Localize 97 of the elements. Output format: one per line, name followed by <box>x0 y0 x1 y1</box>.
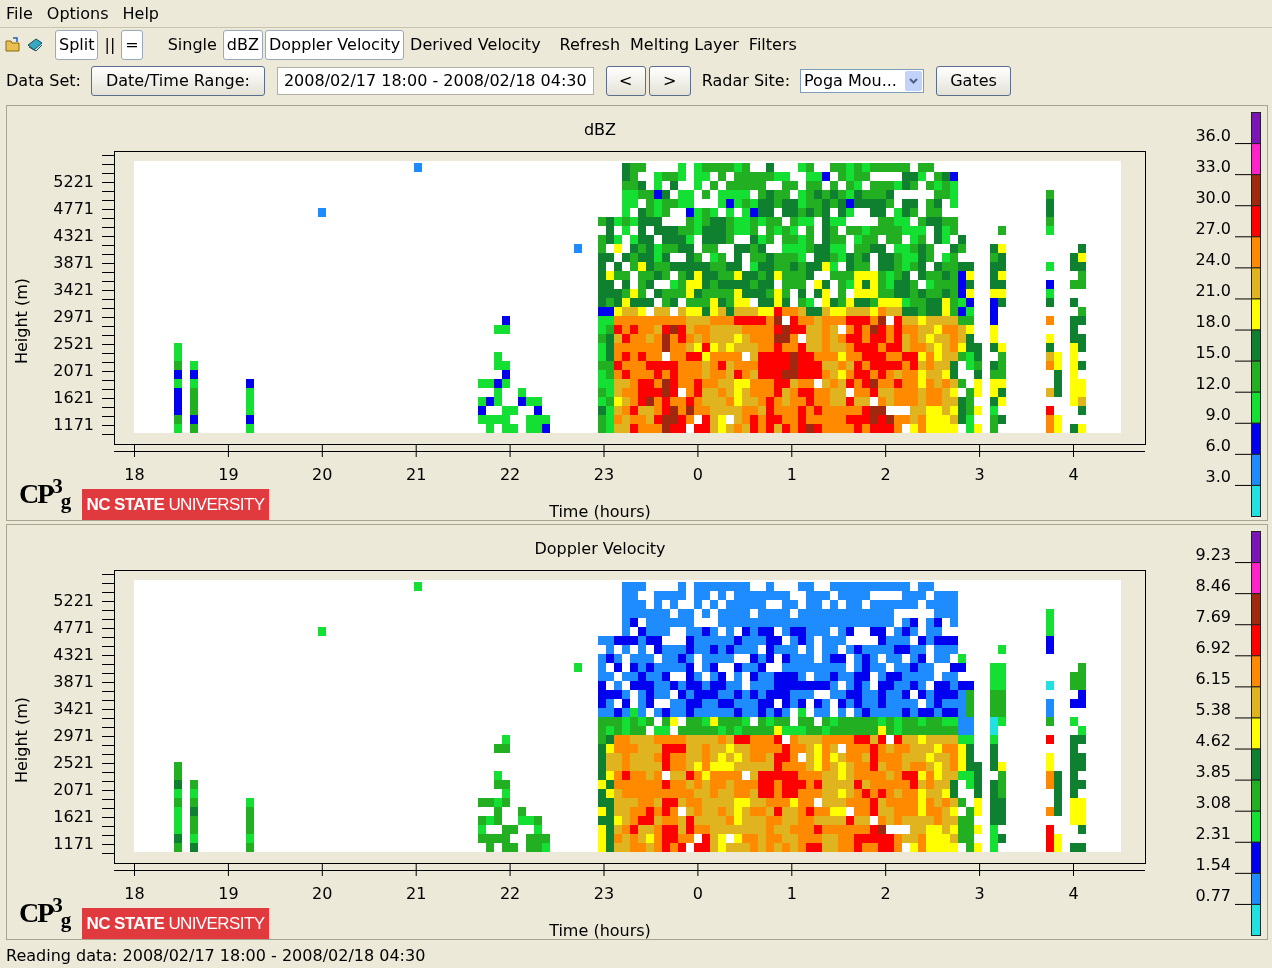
y-axis-label: Height (m) <box>12 697 31 783</box>
y-tick-label: 2071 <box>53 361 94 380</box>
x-tick-label: 23 <box>593 465 615 484</box>
x-tick-label: 0 <box>692 884 703 903</box>
colorbar-label: 4.62 <box>1195 731 1231 751</box>
colorbar-label: 12.0 <box>1195 374 1231 394</box>
colorbar-label: 27.0 <box>1195 218 1231 238</box>
toolbar-toggle[interactable]: dBZ <box>222 29 263 60</box>
colorbar-label: 3.0 <box>1205 467 1231 487</box>
y-tick-label: 4771 <box>53 618 94 637</box>
colorbar-label: 6.15 <box>1195 668 1231 688</box>
toolbar-toggle[interactable]: Single <box>163 29 221 60</box>
x-tick-label: 18 <box>124 465 145 484</box>
menu-item[interactable]: Help <box>122 1 159 26</box>
colorbar-label: 6.0 <box>1205 436 1231 456</box>
toolbar-toggle[interactable]: Derived Velocity <box>406 29 545 60</box>
colorbar-label: 9.23 <box>1195 544 1231 564</box>
colorbar-label: 6.92 <box>1195 637 1231 657</box>
x-tick-label: 21 <box>406 884 427 903</box>
y-tick-label: 2521 <box>53 334 94 353</box>
x-tick-label: 1 <box>786 465 797 484</box>
colorbar-label: 33.0 <box>1195 156 1231 176</box>
colorbar-label: 30.0 <box>1195 187 1231 207</box>
colorbar-label: 36.0 <box>1195 125 1231 145</box>
y-tick-label: 4771 <box>53 199 94 218</box>
y-tick-label: 1171 <box>53 834 94 853</box>
y-tick-label: 1621 <box>53 807 94 826</box>
colorbar-label: 3.85 <box>1195 762 1231 782</box>
x-tick-label: 23 <box>593 884 615 903</box>
colorbar-label: 0.77 <box>1195 886 1231 906</box>
x-tick-label: 19 <box>218 884 239 903</box>
radar-site-label: Radar Site: <box>701 70 791 92</box>
toolbar-toggle[interactable]: Refresh <box>555 29 625 60</box>
x-tick-label: 2 <box>880 884 891 903</box>
colorbar-label: 21.0 <box>1195 280 1231 300</box>
menu-item[interactable]: File <box>6 1 33 26</box>
colorbar-label: 7.69 <box>1195 606 1231 626</box>
y-tick-label: 2521 <box>53 753 94 772</box>
radar-site-dropdown[interactable]: Poga Mou... <box>800 69 925 93</box>
university-banner: NC STATE UNIVERSITY <box>82 908 269 939</box>
x-axis-label: Time (hours) <box>549 502 651 520</box>
toolbar-toggle[interactable]: = <box>121 29 143 60</box>
x-tick-label: 4 <box>1068 465 1079 484</box>
university-banner: NC STATE UNIVERSITY <box>82 489 269 520</box>
x-tick-label: 2 <box>880 465 891 484</box>
colorbar-label: 9.0 <box>1205 405 1231 425</box>
y-tick-label: 2071 <box>53 780 94 799</box>
y-tick-label: 2971 <box>53 307 94 326</box>
y-tick-label: 4321 <box>53 226 94 245</box>
colorbar-label: 15.0 <box>1195 343 1231 363</box>
colorbar-label: 1.54 <box>1195 855 1231 875</box>
x-tick-label: 22 <box>499 465 521 484</box>
chart-title: Doppler Velocity <box>534 539 666 558</box>
colorbar-label: 18.0 <box>1195 312 1231 332</box>
x-tick-label: 0 <box>692 465 703 484</box>
y-tick-label: 1621 <box>53 388 94 407</box>
x-tick-label: 22 <box>499 884 521 903</box>
toolbar-toggle[interactable]: Filters <box>744 29 801 60</box>
x-tick-label: 21 <box>406 465 427 484</box>
x-tick-label: 3 <box>974 884 985 903</box>
y-tick-label: 3421 <box>53 280 94 299</box>
y-tick-label: 4321 <box>53 645 94 664</box>
colorbar-label: 3.08 <box>1195 793 1231 813</box>
x-tick-label: 18 <box>124 884 145 903</box>
menu-item[interactable]: Options <box>46 1 109 26</box>
colorbar-label: 5.38 <box>1195 699 1231 719</box>
toolbar-toggle[interactable]: || <box>100 29 120 60</box>
x-axis-label: Time (hours) <box>549 921 651 939</box>
colorbar-label: 8.46 <box>1195 575 1231 595</box>
x-tick-label: 1 <box>786 884 797 903</box>
colorbar-label: 2.31 <box>1195 824 1231 844</box>
chart-title: dBZ <box>583 120 617 139</box>
date-time-range-button[interactable]: Date/Time Range: <box>90 66 265 96</box>
x-tick-label: 3 <box>974 465 985 484</box>
toolbar-toggle[interactable]: Melting Layer <box>626 29 743 60</box>
open-folder-icon[interactable] <box>4 35 22 54</box>
y-tick-label: 2971 <box>53 726 94 745</box>
y-tick-label: 5221 <box>53 172 94 191</box>
y-tick-label: 3871 <box>53 672 94 691</box>
y-tick-label: 5221 <box>53 591 94 610</box>
y-tick-label: 1171 <box>53 415 94 434</box>
status-text: Reading data: 2008/02/17 18:00 - 2008/02/18 04:30 <box>6 945 426 967</box>
y-tick-label: 3871 <box>53 253 94 272</box>
x-tick-label: 20 <box>312 465 333 484</box>
x-tick-label: 20 <box>312 884 333 903</box>
toolbar-toggle[interactable]: Split <box>55 29 99 60</box>
next-button[interactable]: > <box>648 66 691 96</box>
previous-button[interactable]: < <box>605 66 646 96</box>
date-range-field[interactable]: 2008/02/17 18:00 - 2008/02/18 04:30 <box>276 67 594 95</box>
x-tick-label: 19 <box>218 465 239 484</box>
x-tick-label: 4 <box>1068 884 1079 903</box>
data-set-label: Data Set: <box>6 70 81 92</box>
colorbar-label: 24.0 <box>1195 249 1231 269</box>
gates-button[interactable]: Gates <box>936 66 1012 96</box>
y-tick-label: 3421 <box>53 699 94 718</box>
toolbar-toggle[interactable]: Doppler Velocity <box>264 29 405 60</box>
y-axis-label: Height (m) <box>12 278 31 364</box>
